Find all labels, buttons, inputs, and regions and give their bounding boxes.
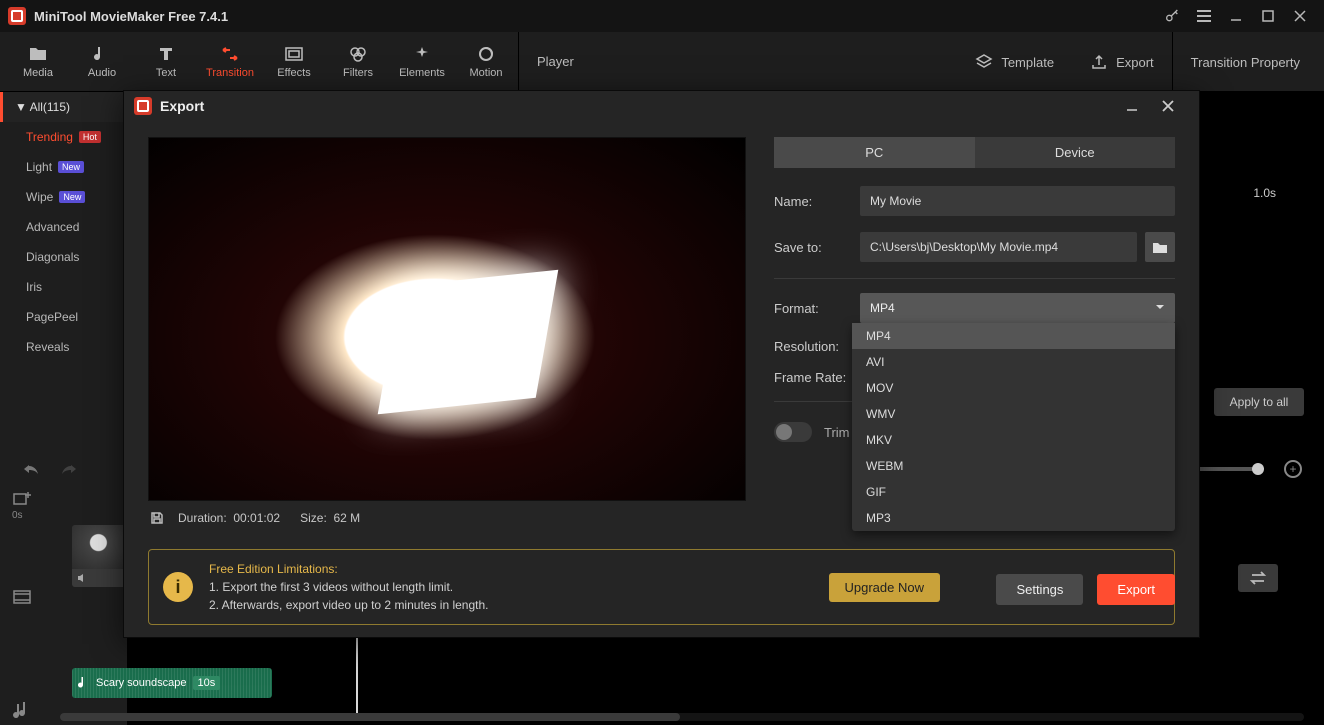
filters-icon	[347, 45, 369, 63]
sidebar-item-wipe[interactable]: WipeNew	[0, 182, 127, 212]
maximize-icon[interactable]	[1252, 0, 1284, 32]
key-icon[interactable]	[1156, 0, 1188, 32]
format-option-mp3[interactable]: MP3	[852, 505, 1175, 531]
format-option-gif[interactable]: GIF	[852, 479, 1175, 505]
close-icon[interactable]	[1284, 0, 1316, 32]
format-label: Format:	[774, 301, 852, 316]
badge: Hot	[79, 131, 101, 143]
text-icon	[155, 45, 177, 63]
sidebar-item-light[interactable]: LightNew	[0, 152, 127, 182]
tab-audio[interactable]: Audio	[70, 32, 134, 91]
format-dropdown: MP4AVIMOVWMVMKVWEBMGIFMP3	[852, 323, 1175, 531]
preview-image	[148, 137, 746, 501]
undo-icon[interactable]	[22, 462, 40, 476]
tab-text[interactable]: Text	[134, 32, 198, 91]
tab-motion[interactable]: Motion	[454, 32, 518, 91]
preview-pane: Duration: 00:01:02 Size: 62 M	[148, 137, 746, 535]
limitations-line2: 2. Afterwards, export video up to 2 minu…	[209, 596, 489, 614]
sidebar-all[interactable]: ▼ All(115)	[0, 92, 127, 122]
music-note-icon	[78, 676, 90, 690]
sidebar-item-reveals[interactable]: Reveals	[0, 332, 127, 362]
sparkle-icon	[411, 45, 433, 63]
app-logo-icon	[8, 7, 26, 25]
apply-to-all-button[interactable]: Apply to all	[1214, 388, 1304, 416]
chevron-down-icon	[1153, 300, 1167, 314]
export-dialog: Export Duration: 00:01:02 Size: 62 M PC …	[123, 90, 1200, 638]
destination-segment: PC Device	[774, 137, 1175, 168]
main-tabs: Media Audio Text Transition Effects Filt…	[0, 32, 1324, 92]
audio-clip-duration: 10s	[193, 676, 221, 690]
name-input[interactable]	[860, 186, 1175, 216]
save-to-label: Save to:	[774, 240, 852, 255]
save-icon	[150, 511, 164, 525]
player-panel-label: Player	[518, 32, 957, 91]
badge: New	[59, 191, 85, 203]
name-label: Name:	[774, 194, 852, 209]
app-logo-icon	[134, 97, 152, 115]
format-option-mp4[interactable]: MP4	[852, 323, 1175, 349]
sidebar-item-iris[interactable]: Iris	[0, 272, 127, 302]
dialog-minimize-icon[interactable]	[1125, 99, 1153, 113]
export-button[interactable]: Export	[1097, 574, 1175, 605]
tab-media[interactable]: Media	[6, 32, 70, 91]
format-option-mkv[interactable]: MKV	[852, 427, 1175, 453]
trim-label: Trim	[824, 425, 850, 440]
tab-effects[interactable]: Effects	[262, 32, 326, 91]
folder-icon	[27, 45, 49, 63]
segment-pc[interactable]: PC	[774, 137, 975, 168]
audio-clip[interactable]: Scary soundscape 10s	[72, 668, 272, 698]
motion-icon	[475, 45, 497, 63]
app-title: MiniTool MovieMaker Free 7.4.1	[34, 9, 228, 24]
info-icon: i	[163, 572, 193, 602]
format-select[interactable]: MP4	[860, 293, 1175, 323]
limitations-line1: 1. Export the first 3 videos without len…	[209, 578, 489, 596]
dialog-title: Export	[160, 98, 204, 114]
transition-property-panel: Transition Property	[1172, 32, 1318, 92]
duration-marker: 1.0s	[1253, 186, 1276, 200]
upgrade-button[interactable]: Upgrade Now	[829, 573, 941, 602]
sidebar-item-diagonals[interactable]: Diagonals	[0, 242, 127, 272]
trim-toggle[interactable]	[774, 422, 812, 442]
export-button-top[interactable]: Export	[1072, 32, 1172, 92]
tab-filters[interactable]: Filters	[326, 32, 390, 91]
audio-clip-name: Scary soundscape	[96, 677, 187, 689]
add-track-icon[interactable]: 0s	[12, 490, 32, 521]
tab-elements[interactable]: Elements	[390, 32, 454, 91]
timeline-scrollbar[interactable]	[60, 713, 1304, 721]
dialog-close-icon[interactable]	[1161, 99, 1189, 113]
save-to-input[interactable]	[860, 232, 1137, 262]
format-option-mov[interactable]: MOV	[852, 375, 1175, 401]
audio-track-icon	[12, 701, 32, 721]
video-track-icon	[12, 589, 32, 605]
resolution-label: Resolution:	[774, 339, 852, 354]
badge: New	[58, 161, 84, 173]
format-option-webm[interactable]: WEBM	[852, 453, 1175, 479]
browse-folder-button[interactable]	[1145, 232, 1175, 262]
dialog-titlebar: Export	[124, 91, 1199, 121]
sidebar-item-pagepeel[interactable]: PagePeel	[0, 302, 127, 332]
minimize-icon[interactable]	[1220, 0, 1252, 32]
settings-button[interactable]: Settings	[996, 574, 1083, 605]
effects-icon	[283, 45, 305, 63]
redo-icon[interactable]	[60, 462, 78, 476]
format-option-avi[interactable]: AVI	[852, 349, 1175, 375]
preview-meta: Duration: 00:01:02 Size: 62 M	[148, 501, 746, 535]
hamburger-icon[interactable]	[1188, 0, 1220, 32]
segment-device[interactable]: Device	[975, 137, 1176, 168]
music-note-icon	[91, 45, 113, 63]
swap-button[interactable]	[1238, 564, 1278, 592]
transition-icon	[219, 45, 241, 63]
title-bar: MiniTool MovieMaker Free 7.4.1	[0, 0, 1324, 32]
sidebar-item-advanced[interactable]: Advanced	[0, 212, 127, 242]
tab-transition[interactable]: Transition	[198, 32, 262, 91]
zoom-in-icon[interactable]: +	[1284, 460, 1302, 478]
template-button[interactable]: Template	[957, 32, 1072, 92]
sidebar-item-trending[interactable]: TrendingHot	[0, 122, 127, 152]
export-form: PC Device Name: Save to: Format: MP4	[774, 137, 1175, 535]
limitations-heading: Free Edition Limitations:	[209, 560, 489, 578]
framerate-label: Frame Rate:	[774, 370, 852, 385]
format-option-wmv[interactable]: WMV	[852, 401, 1175, 427]
